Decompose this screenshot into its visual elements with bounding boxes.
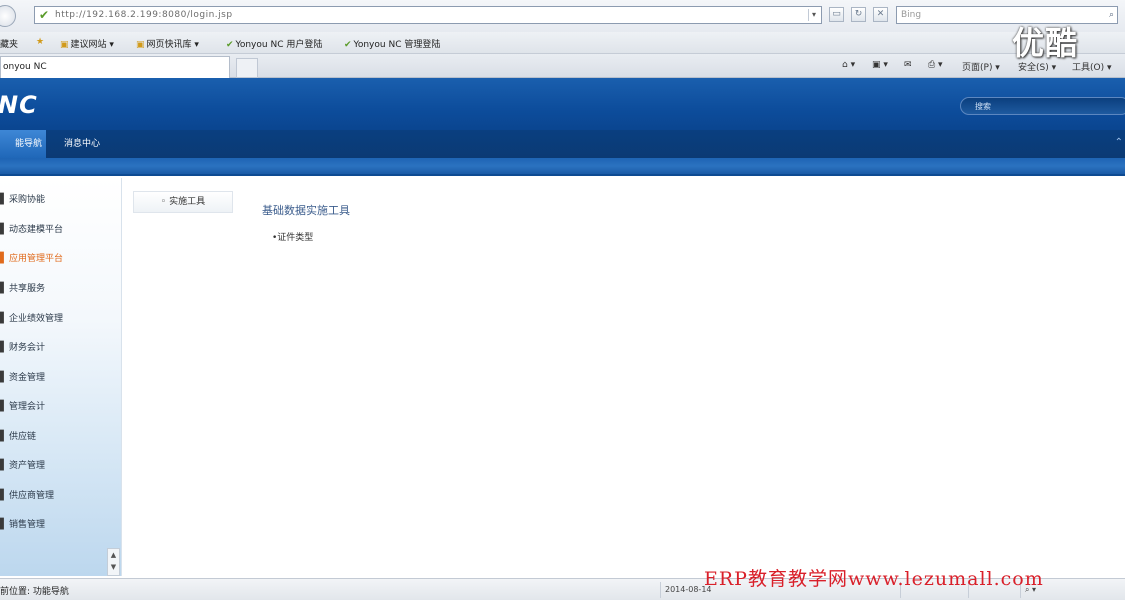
module-sidebar: ▌采购协能 ▌动态建模平台 ▌应用管理平台 ▌共享服务 ▌企业绩效管理 ▌财务会… — [0, 178, 122, 576]
module-icon: ▌ — [0, 401, 8, 412]
module-icon: ▌ — [0, 490, 8, 501]
implementation-tools-button[interactable]: ◦ 实施工具 — [133, 191, 233, 213]
home-icon[interactable]: ⌂ ▾ — [842, 60, 855, 70]
browser-tab[interactable]: onyou NC — [0, 56, 230, 78]
yonyou-icon: ✔ — [226, 40, 234, 50]
sidebar-item-supply-chain[interactable]: ▌供应链 — [0, 429, 120, 453]
id-type-link[interactable]: •证件类型 — [272, 230, 313, 243]
feeds-icon[interactable]: ▣ ▾ — [872, 60, 888, 70]
page-menu[interactable]: 页面(P) ▾ — [962, 60, 1000, 73]
scroll-up-icon[interactable]: ▲ — [108, 549, 119, 561]
app-search-placeholder: 搜索 — [975, 102, 991, 111]
tab-function-nav[interactable]: 能导航 — [0, 130, 46, 158]
youku-watermark: 优酷 — [1012, 24, 1079, 62]
mail-icon[interactable]: ✉ — [904, 60, 912, 70]
browser-tab-row: onyou NC ⌂ ▾ ▣ ▾ ✉ ⎙ ▾ 页面(P) ▾ 安全(S) ▾ 工… — [0, 54, 1125, 78]
yonyou-icon: ✔ — [344, 40, 352, 50]
sidebar-item-sales-management[interactable]: ▌销售管理 — [0, 517, 120, 541]
sidebar-item-dynamic-modeling[interactable]: ▌动态建模平台 — [0, 222, 120, 246]
new-tab-button[interactable] — [236, 58, 258, 78]
module-icon: ▌ — [0, 313, 8, 324]
favorite-item-user-login[interactable]: ✔ Yonyou NC 用户登陆 — [226, 37, 322, 50]
app-search-input[interactable]: 搜索 — [960, 97, 1125, 115]
module-icon: ▌ — [0, 342, 8, 353]
favorite-item-webslice[interactable]: ▣ 网页快讯库 ▾ — [136, 37, 199, 50]
app-header: NC 搜索 — [0, 78, 1125, 130]
module-icon: ▌ — [0, 372, 8, 383]
main-nav: 能导航 消息中心 ⌃ — [0, 130, 1125, 158]
module-icon: ▌ — [0, 194, 8, 205]
add-favorite-star-icon[interactable]: ★ — [36, 37, 46, 47]
browser-tab-title: onyou NC — [3, 62, 47, 72]
stop-icon[interactable]: ✕ — [873, 7, 888, 22]
browser-search-placeholder: Bing — [901, 10, 922, 20]
favorite-item-suggested[interactable]: ▣ 建议网站 ▾ — [60, 37, 114, 50]
refresh-icon[interactable]: ↻ — [851, 7, 866, 22]
sidebar-item-purchase-collab[interactable]: ▌采购协能 — [0, 192, 120, 216]
print-icon[interactable]: ⎙ ▾ — [928, 60, 943, 70]
address-url: http://192.168.2.199:8080/login.jsp — [55, 10, 233, 20]
address-bar[interactable]: ✔ http://192.168.2.199:8080/login.jsp ▾ — [34, 6, 822, 24]
sidebar-item-app-management[interactable]: ▌应用管理平台 — [0, 251, 120, 275]
nc-logo: NC — [0, 91, 38, 119]
favorite-item-admin-login[interactable]: ✔ Yonyou NC 管理登陆 — [344, 37, 440, 50]
module-icon: ▌ — [0, 283, 8, 294]
collapse-arrow-icon[interactable]: ⌃ — [1115, 137, 1123, 148]
sidebar-item-management-accounting[interactable]: ▌管理会计 — [0, 399, 120, 423]
module-icon: ▌ — [0, 431, 8, 442]
scroll-down-icon[interactable]: ▼ — [108, 561, 119, 573]
address-dropdown-icon[interactable]: ▾ — [808, 9, 819, 21]
section-title[interactable]: 基础数据实施工具 — [262, 202, 350, 218]
back-button[interactable] — [0, 5, 16, 27]
header-stripe — [0, 158, 1125, 176]
sidebar-item-performance[interactable]: ▌企业绩效管理 — [0, 311, 120, 335]
yonyou-favicon-icon: ✔ — [39, 8, 50, 22]
sidebar-item-asset-management[interactable]: ▌资产管理 — [0, 458, 120, 482]
sidebar-item-shared-services[interactable]: ▌共享服务 — [0, 281, 120, 305]
compat-view-icon[interactable]: ▭ — [829, 7, 844, 22]
favorites-label[interactable]: 藏夹 — [0, 37, 18, 50]
browser-address-bar-row: ✔ http://192.168.2.199:8080/login.jsp ▾ … — [0, 0, 1125, 32]
current-location: 前位置: 功能导航 — [0, 587, 69, 597]
module-icon: ▌ — [0, 519, 8, 530]
ie-page-icon: ▣ — [136, 40, 145, 50]
module-icon: ▌ — [0, 224, 8, 235]
bullet-icon: ◦ — [160, 197, 170, 207]
sidebar-scrollbar[interactable]: ▲ ▼ — [107, 548, 120, 576]
favorites-bar: 藏夹 ★ ▣ 建议网站 ▾ ▣ 网页快讯库 ▾ ✔ Yonyou NC 用户登陆 ✔ Y… — [0, 32, 1125, 54]
ie-page-icon: ▣ — [60, 40, 69, 50]
module-icon: ▌ — [0, 460, 8, 471]
sidebar-item-fund-management[interactable]: ▌资金管理 — [0, 370, 120, 394]
tab-message-center[interactable]: 消息中心 — [50, 130, 114, 158]
sidebar-item-supplier-management[interactable]: ▌供应商管理 — [0, 488, 120, 512]
browser-search-input[interactable]: Bing ⌕ — [896, 6, 1118, 24]
search-icon[interactable]: ⌕ — [1109, 10, 1114, 20]
erp-site-watermark: ERP教育教学网www.lezumall.com — [704, 568, 1044, 590]
module-icon: ▌ — [0, 253, 8, 264]
sidebar-item-financial-accounting[interactable]: ▌财务会计 — [0, 340, 120, 364]
